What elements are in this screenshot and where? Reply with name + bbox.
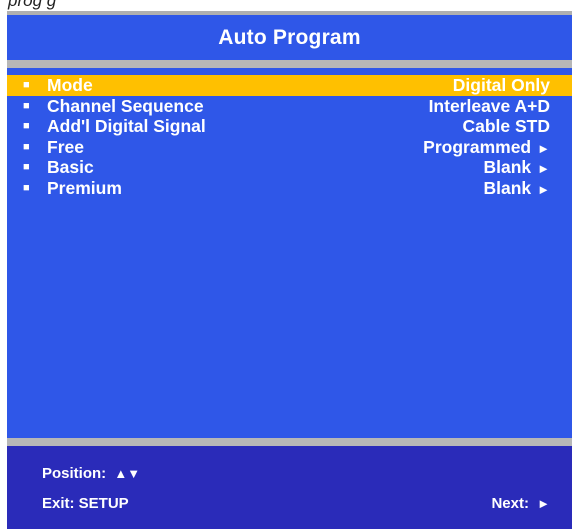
- menu-item-addl-digital-signal[interactable]: ■ Add'l Digital Signal Cable STD: [7, 116, 572, 137]
- bullet-icon: ■: [23, 181, 30, 194]
- menu-item-value: Programmed ►: [423, 136, 550, 157]
- menu-item-label: Free: [47, 136, 84, 157]
- cropped-caption-text: prog g: [8, 0, 57, 10]
- menu-item-label: Basic: [47, 157, 94, 177]
- menu-item-value: Digital Only: [452, 75, 550, 95]
- menu-item-value: Blank ►: [483, 157, 550, 177]
- bullet-icon: ■: [23, 161, 30, 173]
- menu-item-premium[interactable]: ■ Premium Blank ►: [7, 178, 572, 199]
- right-arrow-icon: ►: [537, 161, 550, 176]
- up-down-arrows-icon: ▲▼: [114, 466, 141, 481]
- next-hint: Next: ►: [491, 495, 550, 512]
- menu-list: ■ Mode Digital Only ■ Channel Sequence I…: [7, 75, 572, 198]
- position-hint: Position: ▲▼: [42, 465, 140, 482]
- menu-item-label: Channel Sequence: [47, 95, 204, 116]
- menu-item-basic[interactable]: ■ Basic Blank ►: [7, 157, 572, 178]
- bullet-icon: ■: [23, 79, 30, 91]
- footer-divider: [7, 438, 572, 446]
- menu-item-channel-sequence[interactable]: ■ Channel Sequence Interleave A+D: [7, 96, 572, 117]
- menu-item-label: Mode: [47, 75, 93, 95]
- menu-item-value: Blank ►: [483, 177, 550, 198]
- auto-program-menu-panel: Auto Program ■ Mode Digital Only ■ Chann…: [7, 11, 572, 529]
- bullet-icon: ■: [23, 120, 30, 132]
- next-hint-label: Next:: [491, 495, 529, 512]
- bullet-icon: ■: [23, 140, 30, 153]
- menu-item-value: Cable STD: [462, 116, 550, 136]
- position-hint-label: Position:: [42, 465, 107, 482]
- exit-hint: Exit: SETUP: [42, 495, 129, 512]
- menu-item-mode[interactable]: ■ Mode Digital Only: [7, 75, 572, 96]
- menu-item-label: Add'l Digital Signal: [47, 116, 206, 136]
- page-title: Auto Program: [218, 25, 361, 49]
- footer-hints: Position: ▲▼ Exit: SETUP Next: ►: [7, 446, 572, 529]
- bullet-icon: ■: [23, 99, 30, 112]
- menu-item-label: Premium: [47, 177, 122, 198]
- title-bar: Auto Program: [7, 11, 572, 60]
- title-divider: [7, 60, 572, 68]
- right-arrow-icon: ►: [537, 181, 550, 197]
- menu-item-free[interactable]: ■ Free Programmed ►: [7, 137, 572, 158]
- exit-hint-label: Exit: SETUP: [42, 495, 129, 512]
- right-arrow-icon: ►: [537, 140, 550, 156]
- menu-item-value: Interleave A+D: [428, 95, 550, 116]
- right-arrow-icon: ►: [537, 496, 550, 511]
